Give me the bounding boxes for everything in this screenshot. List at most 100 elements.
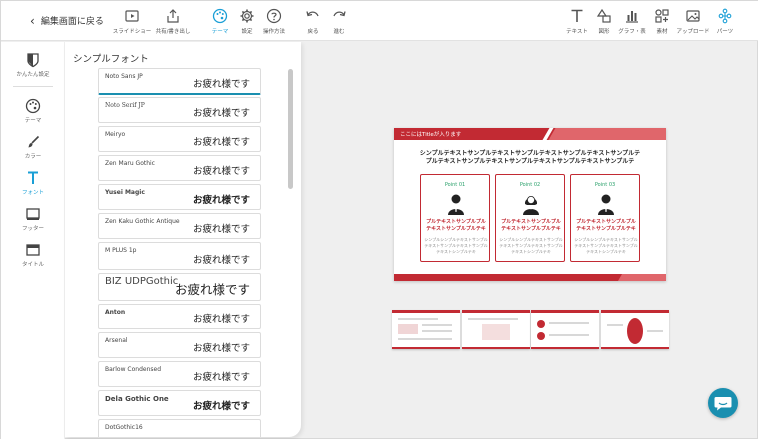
font-card-noto-sans-jp[interactable]: Noto Sans JP お疲れ様です <box>98 68 261 95</box>
slide-thumbnail[interactable] <box>392 310 460 349</box>
slide-thumbnail[interactable] <box>462 310 530 349</box>
upload-icon <box>686 10 700 22</box>
thumb-line <box>468 318 518 320</box>
point-heading: プルテキストサンプルプル テキストサンプルプルテキ <box>426 219 486 232</box>
parts-tool-button[interactable]: パーツ <box>703 8 747 35</box>
settings-label: 設定 <box>241 29 253 35</box>
font-card-noto-serif-jp[interactable]: Noto Serif JP お疲れ様です <box>98 97 261 123</box>
font-card-m-plus-1p[interactable]: M PLUS 1p お疲れ様です <box>98 242 261 270</box>
share-export-button[interactable]: 共有/書き出し <box>151 8 195 35</box>
point-title: Point 03 <box>594 182 616 188</box>
easy-setup-icon <box>27 53 39 68</box>
font-card-dotgothic16[interactable]: DotGothic16 <box>98 419 261 437</box>
material-tool-label: 素材 <box>656 29 668 35</box>
shapes-tool-label: 図形 <box>598 29 610 35</box>
font-card-dela-gothic-one[interactable]: Dela Gothic One お疲れ様です <box>98 390 261 416</box>
help-label: 操作方法 <box>262 29 285 35</box>
slide-thumbnail[interactable] <box>531 310 599 349</box>
font-sample: お疲れ様です <box>192 314 250 325</box>
font-card-yusei-magic[interactable]: Yusei Magic お疲れ様です <box>98 184 261 210</box>
font-name: Arsenal <box>105 337 128 344</box>
sidebar-item-title[interactable]: タイトル <box>1 242 65 268</box>
point-title: Point 01 <box>444 182 466 188</box>
slide-thumbnail[interactable] <box>601 310 669 349</box>
sidebar-item-color[interactable]: カラー <box>1 134 65 160</box>
thumb-line <box>549 322 589 324</box>
parts-icon <box>718 8 732 24</box>
font-name: Meiryo <box>105 131 126 138</box>
help-button[interactable]: 操作方法 <box>252 8 296 35</box>
back-label: 編集画面に戻る <box>40 17 104 27</box>
thumb-line <box>398 318 438 320</box>
slide-body-line: シンプルテキストサンプルテキストサンプルテキストサンプルテキストサンプルテ <box>419 150 641 157</box>
slide-body-text: シンプルテキストサンプルテキストサンプルテキストサンプルテキストサンプルテ プル… <box>394 150 666 166</box>
sidebar-item-label: タイトル <box>21 262 44 268</box>
font-card-arsenal[interactable]: Arsenal お疲れ様です <box>98 332 261 358</box>
help-icon <box>266 8 282 24</box>
thumb-header <box>601 310 669 313</box>
font-name: M PLUS 1p <box>105 247 137 254</box>
thumb-block <box>482 324 510 340</box>
font-card-zen-kaku-gothic-antique[interactable]: Zen Kaku Gothic Antique お疲れ様です <box>98 213 261 239</box>
brush-icon <box>28 135 40 148</box>
font-name: Zen Kaku Gothic Antique <box>105 218 180 225</box>
sidebar-item-label: フォント <box>21 190 44 196</box>
thumb-header <box>531 310 599 313</box>
panel-scrollbar[interactable] <box>288 69 293 189</box>
sidebar-item-font[interactable]: フォント <box>1 170 65 196</box>
thumb-footer <box>601 347 669 349</box>
back-to-editor-button[interactable]: ‹ 編集画面に戻る <box>30 13 104 28</box>
thumb-line <box>549 334 589 336</box>
font-card-biz-udpgothic[interactable]: BIZ UDPGothic お疲れ様です <box>98 273 261 301</box>
thumb-line <box>607 324 623 326</box>
slide-body-line: プルテキストサンプルテキストサンプルテキストサンプルテキストサンプルテ <box>425 158 635 165</box>
font-name: Noto Serif JP <box>105 102 145 109</box>
thumb-header <box>462 310 530 313</box>
font-name: DotGothic16 <box>105 424 143 431</box>
point-box: Point 02 プルテキストサンプルプル テキストサンプルプルテキ シンプルシ… <box>495 174 565 262</box>
font-card-anton[interactable]: Anton お疲れ様です <box>98 304 261 329</box>
businessman-icon <box>448 194 464 215</box>
point-box: Point 01 プルテキストサンプルプル テキストサンプルプルテキ シンプルシ… <box>420 174 490 262</box>
slideshow-button[interactable]: スライドショー <box>110 8 154 35</box>
slide-title: ここにはTitleが入ります <box>400 132 462 138</box>
font-sample: お疲れ様です <box>192 166 250 177</box>
font-sample: お疲れ様です <box>192 255 250 266</box>
thumb-line <box>422 330 452 332</box>
font-name: Barlow Condensed <box>105 366 162 373</box>
redo-button[interactable]: 進む <box>317 8 361 35</box>
redo-icon <box>333 11 346 17</box>
sidebar-item-theme[interactable]: テーマ <box>1 98 65 124</box>
thumb-dot <box>537 332 545 340</box>
left-sidebar: かんたん設定 テーマ カラー フォント フッター タイトル <box>1 42 65 439</box>
chevron-left-icon: ‹ <box>30 13 35 28</box>
font-sample: お疲れ様です <box>192 108 250 119</box>
point-description: シンプルシンプルテキストサンプルテキストサンプルテキストサンプルテキストシンプル… <box>424 237 488 254</box>
thumb-footer <box>531 347 599 349</box>
chat-support-button[interactable] <box>708 388 738 418</box>
point-title: Point 02 <box>519 182 541 188</box>
title-icon <box>26 244 40 256</box>
font-icon <box>28 171 38 184</box>
font-card-meiryo[interactable]: Meiryo お疲れ様です <box>98 126 261 152</box>
businessman-icon <box>598 194 614 215</box>
slideshow-label: スライドショー <box>112 29 152 35</box>
sidebar-item-label: カラー <box>24 154 42 160</box>
font-card-zen-maru-gothic[interactable]: Zen Maru Gothic お疲れ様です <box>98 155 261 181</box>
font-card-barlow-condensed[interactable]: Barlow Condensed お疲れ様です <box>98 361 261 387</box>
parts-tool-label: パーツ <box>716 29 734 35</box>
font-sample: お疲れ様です <box>192 137 250 148</box>
slide-header-accent <box>548 128 666 140</box>
slide-preview[interactable]: ここにはTitleが入ります シンプルテキストサンプルテキストサンプルテキストサ… <box>394 128 666 281</box>
redo-label: 進む <box>333 29 345 35</box>
sidebar-item-easy-setup[interactable]: かんたん設定 <box>1 52 65 78</box>
sidebar-item-footer[interactable]: フッター <box>1 206 65 232</box>
share-export-label: 共有/書き出し <box>155 29 191 35</box>
businesswoman-icon <box>523 196 539 215</box>
font-name: Zen Maru Gothic <box>105 160 155 167</box>
share-icon <box>167 9 179 23</box>
font-name: Anton <box>105 309 126 316</box>
font-sample: お疲れ様です <box>192 401 250 412</box>
thumb-line <box>647 330 663 332</box>
chat-bubble-icon <box>714 397 732 411</box>
